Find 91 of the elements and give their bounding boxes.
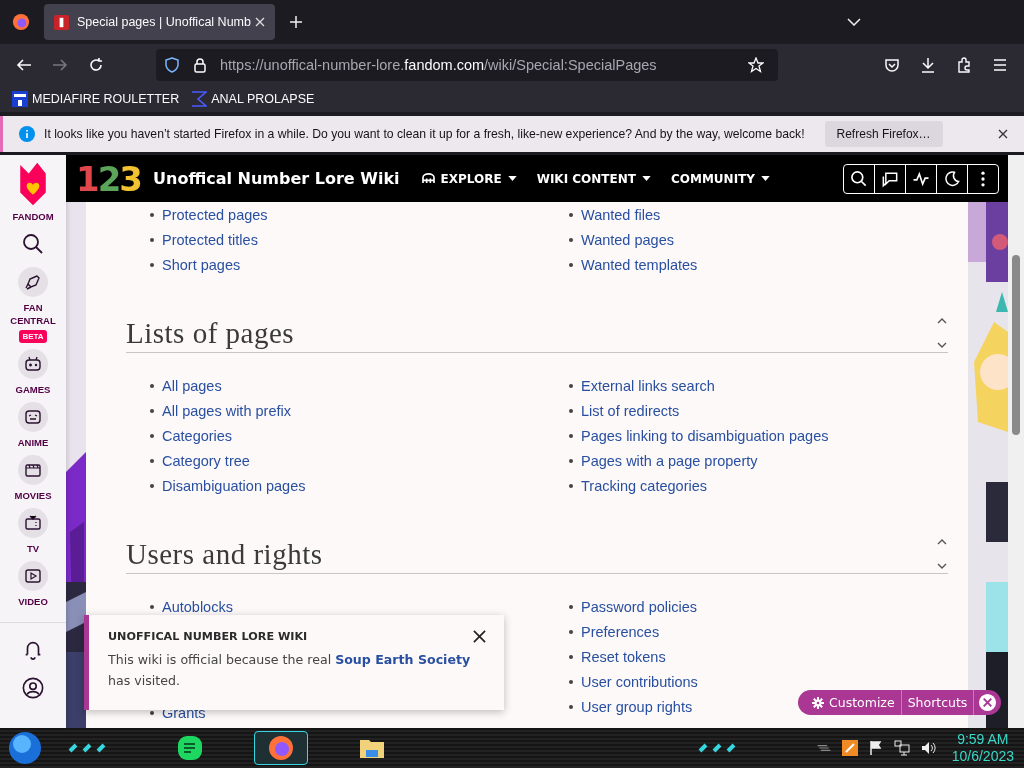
reload-icon[interactable]: [88, 57, 104, 73]
special-page-link[interactable]: Short pages: [162, 256, 241, 273]
tab-title: Special pages | Unoffical Numb: [77, 15, 251, 29]
pocket-icon[interactable]: [884, 57, 900, 73]
bookmark-icon: [191, 91, 208, 107]
rail-label[interactable]: MOVIES: [5, 489, 61, 502]
special-page-link[interactable]: External links search: [581, 377, 715, 394]
lock-icon[interactable]: [192, 57, 208, 73]
download-icon[interactable]: [920, 57, 936, 73]
special-page-link[interactable]: Category tree: [162, 452, 250, 469]
toast-message: This wiki is official because the real Soup Earth Society has visited.: [108, 651, 472, 690]
star-icon[interactable]: [748, 57, 764, 73]
nav-menu[interactable]: COMMUNITY: [670, 171, 770, 186]
special-page-link[interactable]: Reset tokens: [581, 648, 666, 665]
gear-icon: [812, 696, 824, 709]
special-page-link[interactable]: Wanted templates: [581, 256, 698, 273]
wiki-title[interactable]: Unoffical Number Lore Wiki: [153, 169, 400, 188]
new-tab-icon[interactable]: [288, 15, 303, 29]
special-page-link[interactable]: Tracking categories: [581, 477, 707, 494]
shield-icon[interactable]: [164, 57, 180, 73]
wiki-logo[interactable]: 123: [76, 158, 141, 199]
start-button[interactable]: [8, 731, 42, 765]
video-icon[interactable]: [18, 561, 48, 591]
rail-label[interactable]: ANIME: [5, 436, 61, 449]
chevron-down-icon[interactable]: [847, 18, 861, 26]
rail-label[interactable]: GAMES: [5, 383, 61, 396]
clock-time: 9:59 AM: [957, 731, 1009, 748]
flag-icon[interactable]: [867, 740, 884, 756]
special-page-link[interactable]: User group rights: [581, 698, 693, 715]
special-page-link[interactable]: Categories: [162, 427, 233, 444]
back-icon[interactable]: [16, 57, 32, 73]
caret-icon: [761, 176, 770, 181]
rail-label[interactable]: FAN CENTRAL: [5, 301, 61, 327]
nav-menu[interactable]: WIKI CONTENT: [536, 171, 651, 186]
bookmark[interactable]: ANAL PROLAPSE: [191, 91, 315, 107]
menu-icon[interactable]: [992, 57, 1008, 73]
special-page-link[interactable]: Wanted pages: [581, 231, 674, 248]
special-page-link[interactable]: All pages: [162, 377, 222, 394]
caret-icon: [507, 176, 517, 181]
special-page-link[interactable]: Wanted files: [581, 206, 661, 223]
clock[interactable]: 9:59 AM 10/6/2023: [951, 731, 1014, 765]
customize-button[interactable]: Customize: [806, 690, 901, 715]
address-bar[interactable]: https://unoffical-number-lore.fandom.com/wiki/Special:SpecialPages: [156, 49, 778, 81]
special-page-link[interactable]: Pages with a page property: [581, 452, 758, 469]
firefox-icon[interactable]: [254, 731, 308, 765]
volume-icon[interactable]: [919, 740, 936, 756]
special-page-link[interactable]: Protected pages: [162, 206, 268, 223]
toast-link[interactable]: Soup Earth Society: [335, 652, 471, 667]
notification-message: It looks like you haven’t started Firefox in a while. Do you want to clean it up for a fresh, like-new experience? And by the way, welcome back!: [44, 127, 805, 141]
refresh-firefox-button[interactable]: Refresh Firefox…: [824, 121, 943, 147]
info-icon: [19, 126, 35, 142]
clock-date: 10/6/2023: [951, 748, 1014, 765]
notes-app-icon[interactable]: [176, 734, 204, 762]
special-page-link[interactable]: All pages with prefix: [162, 402, 291, 419]
browser-tab[interactable]: Special pages | Unoffical Numb: [44, 4, 275, 40]
close-icon[interactable]: [998, 129, 1008, 139]
section-heading: Lists of pages: [126, 316, 296, 351]
special-page-link[interactable]: Preferences: [581, 623, 660, 640]
rail-label: FANDOM: [12, 210, 54, 223]
forward-icon[interactable]: [52, 57, 68, 73]
network-icon[interactable]: [893, 740, 910, 756]
caret-icon: [641, 176, 651, 181]
special-page-link[interactable]: Disambiguation pages: [162, 477, 306, 494]
special-page-link[interactable]: Pages linking to disambiguation pages: [581, 427, 829, 444]
search-icon[interactable]: [22, 233, 44, 255]
special-page-link[interactable]: List of redirects: [581, 402, 680, 419]
toast-title: UNOFFICAL NUMBER LORE WIKI: [108, 630, 308, 643]
beta-badge: BETA: [19, 330, 47, 343]
url-text: https://unoffical-number-lore.fandom.com/wiki/Special:SpecialPages: [220, 57, 657, 73]
firefox-icon[interactable]: [12, 13, 30, 31]
bookmark[interactable]: MEDIAFIRE ROULETTER: [12, 91, 180, 107]
games-icon[interactable]: [18, 349, 48, 379]
profile-icon[interactable]: [22, 677, 44, 699]
tv-icon[interactable]: [18, 508, 48, 538]
section-heading: Users and rights: [126, 537, 324, 572]
shortcuts-button[interactable]: Shortcuts: [900, 690, 975, 715]
rail-label[interactable]: VIDEO: [5, 595, 61, 608]
extensions-icon[interactable]: [956, 57, 972, 73]
scrollbar[interactable]: [1008, 155, 1024, 728]
anime-icon[interactable]: [18, 402, 48, 432]
app-tray-icon[interactable]: [841, 740, 858, 756]
movies-icon[interactable]: [18, 455, 48, 485]
special-page-link[interactable]: Autoblocks: [162, 598, 233, 615]
bookmark-icon: [12, 91, 28, 107]
close-icon[interactable]: [473, 630, 486, 643]
special-page-link[interactable]: Protected titles: [162, 231, 258, 248]
rail-label[interactable]: TV: [5, 542, 61, 555]
special-page-link[interactable]: Password policies: [581, 598, 698, 615]
site-favicon: [54, 14, 69, 30]
nav-menu[interactable]: EXPLORE: [421, 171, 517, 186]
special-page-link[interactable]: User contributions: [581, 673, 698, 690]
